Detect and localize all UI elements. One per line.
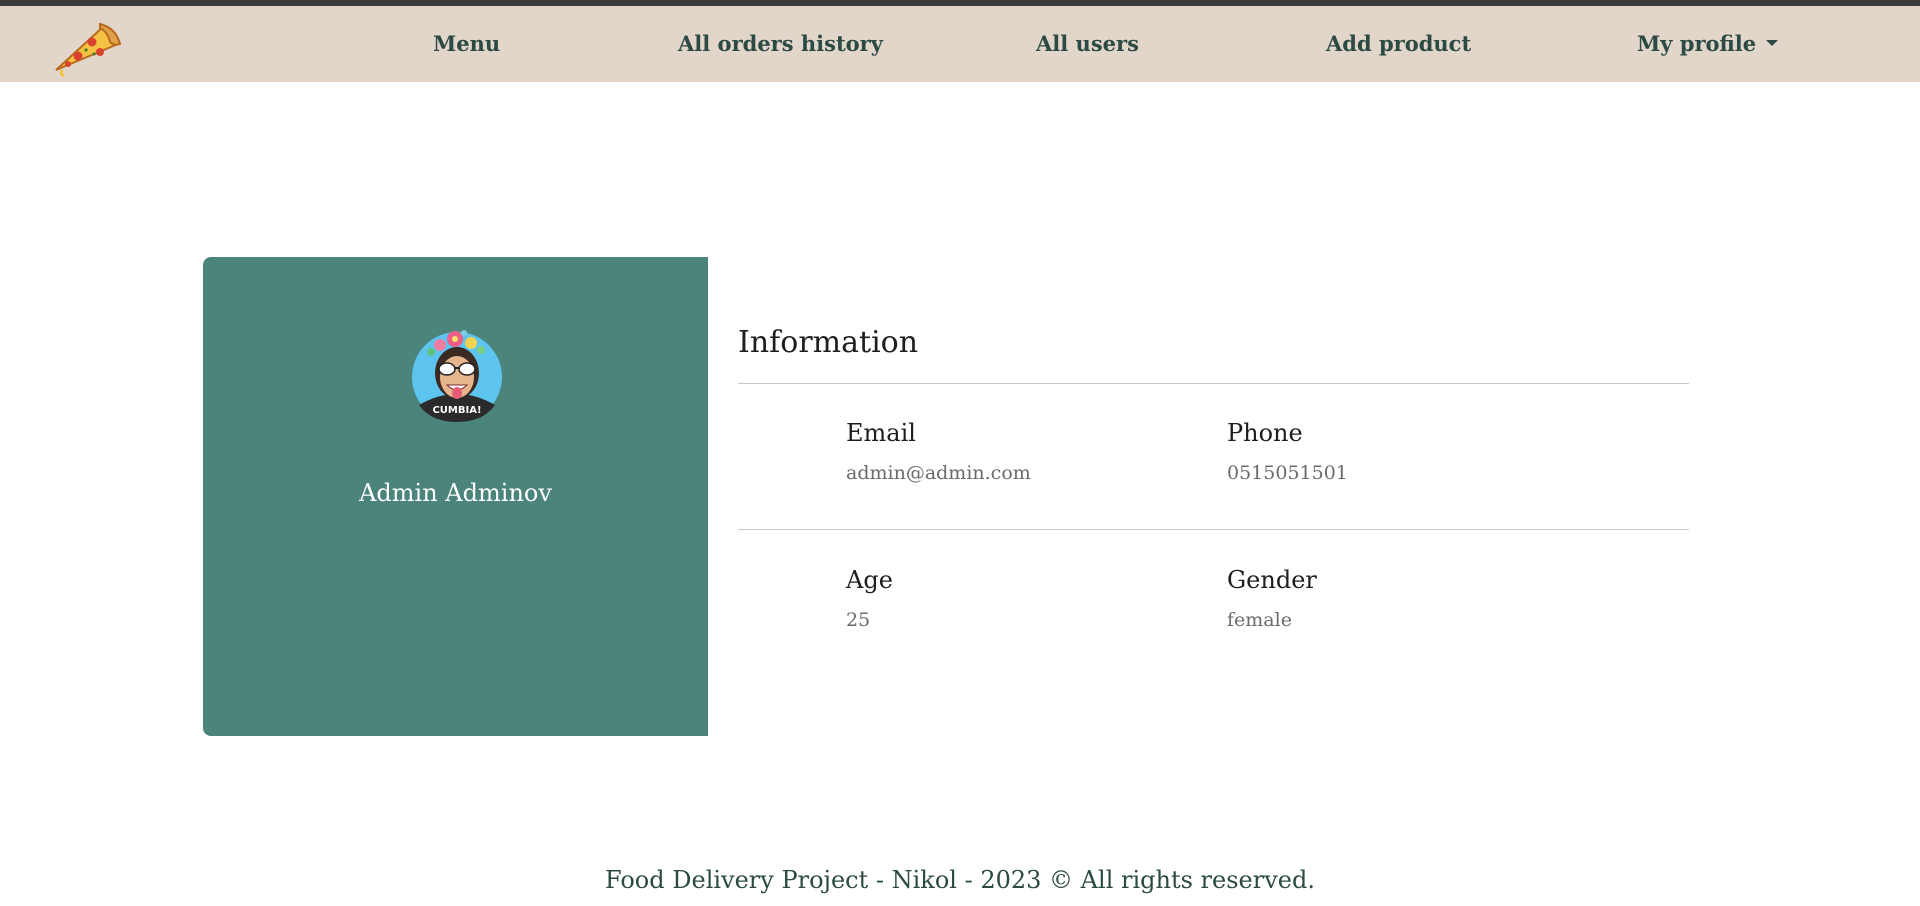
email-value: admin@admin.com xyxy=(846,462,1031,484)
nav-dropdown-my-profile[interactable]: My profile xyxy=(1637,6,1779,82)
nav-link-orders-history[interactable]: All orders history xyxy=(678,6,883,82)
user-avatar: CUMBIA! xyxy=(407,319,507,423)
gender-value: female xyxy=(1227,609,1292,631)
phone-label: Phone xyxy=(1227,419,1303,447)
nav-link-add-product[interactable]: Add product xyxy=(1326,6,1471,82)
profile-card: CUMBIA! Admin Adminov xyxy=(203,257,708,736)
email-label: Email xyxy=(846,419,916,447)
footer-text: Food Delivery Project - Nikol - 2023 © A… xyxy=(605,866,1315,894)
age-value: 25 xyxy=(846,609,871,631)
age-label: Age xyxy=(846,566,893,594)
info-section: Information Email admin@admin.com Phone … xyxy=(738,257,1689,736)
navbar: Menu All orders history All users Add pr… xyxy=(0,6,1920,82)
divider xyxy=(738,529,1689,530)
my-profile-label: My profile xyxy=(1637,31,1757,56)
gender-label: Gender xyxy=(1227,566,1317,594)
phone-value: 0515051501 xyxy=(1227,462,1348,484)
nav-link-menu[interactable]: Menu xyxy=(433,6,500,82)
info-title: Information xyxy=(738,325,919,360)
profile-name: Admin Adminov xyxy=(359,479,552,507)
chevron-down-icon xyxy=(1766,39,1779,46)
svg-text:CUMBIA!: CUMBIA! xyxy=(432,405,481,416)
divider xyxy=(738,383,1689,384)
pizza-slice-icon[interactable] xyxy=(48,14,124,78)
nav-link-all-users[interactable]: All users xyxy=(1036,6,1139,82)
